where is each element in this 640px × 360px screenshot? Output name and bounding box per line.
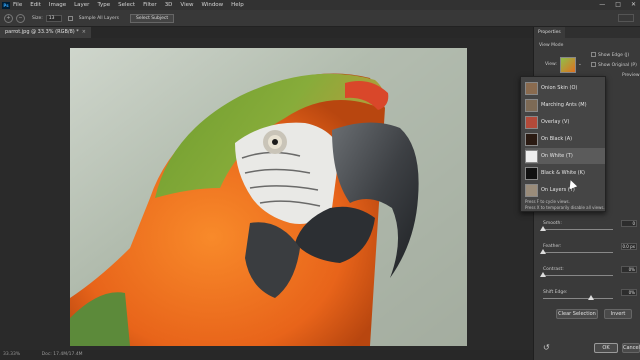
workspace [0, 38, 533, 350]
view-thumbnail [525, 183, 538, 197]
menu-view[interactable]: View [180, 2, 193, 8]
view-thumbnail [525, 149, 538, 163]
preview-label: Preview [622, 73, 640, 78]
menu-filter[interactable]: Filter [143, 2, 157, 8]
minimize-icon[interactable]: — [599, 1, 605, 8]
close-window-icon[interactable]: ✕ [631, 1, 636, 8]
contrast-value[interactable]: 0% [621, 266, 637, 273]
view-mode-thumbnail[interactable] [560, 57, 576, 73]
view-mode-heading: View Mode [539, 43, 564, 48]
properties-tab[interactable]: Properties [534, 27, 640, 38]
zoom-level[interactable]: 33.33% [3, 352, 20, 357]
show-edge-checkbox[interactable]: Show Edge (J) [591, 52, 629, 58]
menu-layer[interactable]: Layer [74, 2, 89, 8]
slider-track[interactable] [543, 252, 613, 253]
dropdown-hint-cycle: Press F to cycle views. [525, 199, 570, 204]
slider-knob[interactable] [540, 226, 546, 231]
brush-subtract-icon[interactable]: − [16, 13, 25, 23]
view-label: View: [545, 62, 557, 67]
menu-image[interactable]: Image [49, 2, 66, 8]
view-thumbnail [525, 132, 538, 146]
document-tab-bar: parrot.jpg @ 33.3% (RGB/8) * × [0, 27, 533, 38]
sample-all-layers-checkbox[interactable] [67, 15, 73, 21]
view-on-layers[interactable]: On Layers (Y) [525, 182, 605, 198]
ok-button[interactable]: OK [594, 343, 618, 353]
menu-edit[interactable]: Edit [30, 2, 41, 8]
show-original-checkbox[interactable]: Show Original (P) [591, 62, 637, 68]
chevron-down-icon[interactable]: ⌄ [578, 62, 582, 67]
view-mode-dropdown: Onion Skin (O) Marching Ants (M) Overlay… [520, 76, 606, 212]
maximize-icon[interactable]: □ [615, 1, 621, 8]
menu-type[interactable]: Type [97, 2, 110, 8]
contrast-label: Contrast: [543, 267, 564, 272]
slider-knob[interactable] [540, 249, 546, 254]
smooth-slider[interactable]: Smooth: 0 [540, 220, 637, 231]
view-onion-skin[interactable]: Onion Skin (O) [525, 80, 605, 96]
photoshop-logo: Ps [2, 1, 10, 9]
close-tab-icon[interactable]: × [82, 29, 86, 35]
slider-knob[interactable] [587, 295, 594, 300]
cancel-button[interactable]: Cancel [622, 343, 640, 353]
sample-all-layers-label: Sample All Layers [78, 15, 119, 21]
options-bar: + − Size: 13 Sample All Layers Select Su… [0, 10, 640, 27]
brush-add-icon[interactable]: + [4, 13, 13, 23]
dropdown-hint-disable: Press X to temporarily disable all views… [525, 205, 605, 210]
shift-edge-value[interactable]: 0% [621, 289, 637, 296]
image-canvas[interactable] [70, 48, 467, 346]
view-thumbnail [525, 81, 538, 95]
window-controls: — □ ✕ [599, 1, 636, 8]
document-tab-title: parrot.jpg @ 33.3% (RGB/8) * [5, 29, 79, 35]
document-tab[interactable]: parrot.jpg @ 33.3% (RGB/8) * × [0, 27, 91, 38]
workspace-switcher[interactable] [618, 14, 634, 22]
slider-track[interactable] [543, 298, 613, 299]
view-marching-ants[interactable]: Marching Ants (M) [525, 97, 605, 113]
slider-track[interactable] [543, 275, 613, 276]
view-on-white[interactable]: On White (T) [525, 148, 605, 164]
menu-select[interactable]: Select [118, 2, 135, 8]
view-thumbnail [525, 166, 538, 180]
shift-edge-slider[interactable]: Shift Edge: 0% [543, 289, 637, 300]
view-on-black[interactable]: On Black (A) [525, 131, 605, 147]
menu-help[interactable]: Help [231, 2, 244, 8]
select-subject-button[interactable]: Select Subject [129, 13, 175, 23]
view-thumbnail [525, 115, 538, 129]
contrast-slider[interactable]: Contrast: 0% [540, 266, 637, 277]
document-info: Doc: 17.4M/17.4M [41, 352, 83, 357]
slider-knob[interactable] [540, 272, 546, 277]
view-thumbnail [525, 98, 538, 112]
menu-file[interactable]: File [13, 2, 22, 8]
feather-value[interactable]: 0.0 px [621, 243, 637, 250]
clear-selection-button[interactable]: Clear Selection [556, 309, 598, 319]
status-bar: 33.33% Doc: 17.4M/17.4M [0, 350, 533, 360]
reset-icon[interactable]: ↺ [543, 343, 550, 352]
view-black-white[interactable]: Black & White (K) [525, 165, 605, 181]
size-input[interactable]: 13 [45, 14, 62, 22]
smooth-value[interactable]: 0 [621, 220, 637, 227]
slider-track[interactable] [543, 229, 613, 230]
menu-bar: Ps File Edit Image Layer Type Select Fil… [0, 0, 640, 10]
size-label: Size: [32, 15, 43, 21]
view-overlay[interactable]: Overlay (V) [525, 114, 605, 130]
shift-edge-label: Shift Edge: [543, 290, 568, 295]
menu-3d[interactable]: 3D [165, 2, 173, 8]
parrot-photo [70, 48, 467, 346]
menu-window[interactable]: Window [201, 2, 223, 8]
invert-button[interactable]: Invert [604, 309, 632, 319]
feather-slider[interactable]: Feather: 0.0 px [540, 243, 637, 254]
